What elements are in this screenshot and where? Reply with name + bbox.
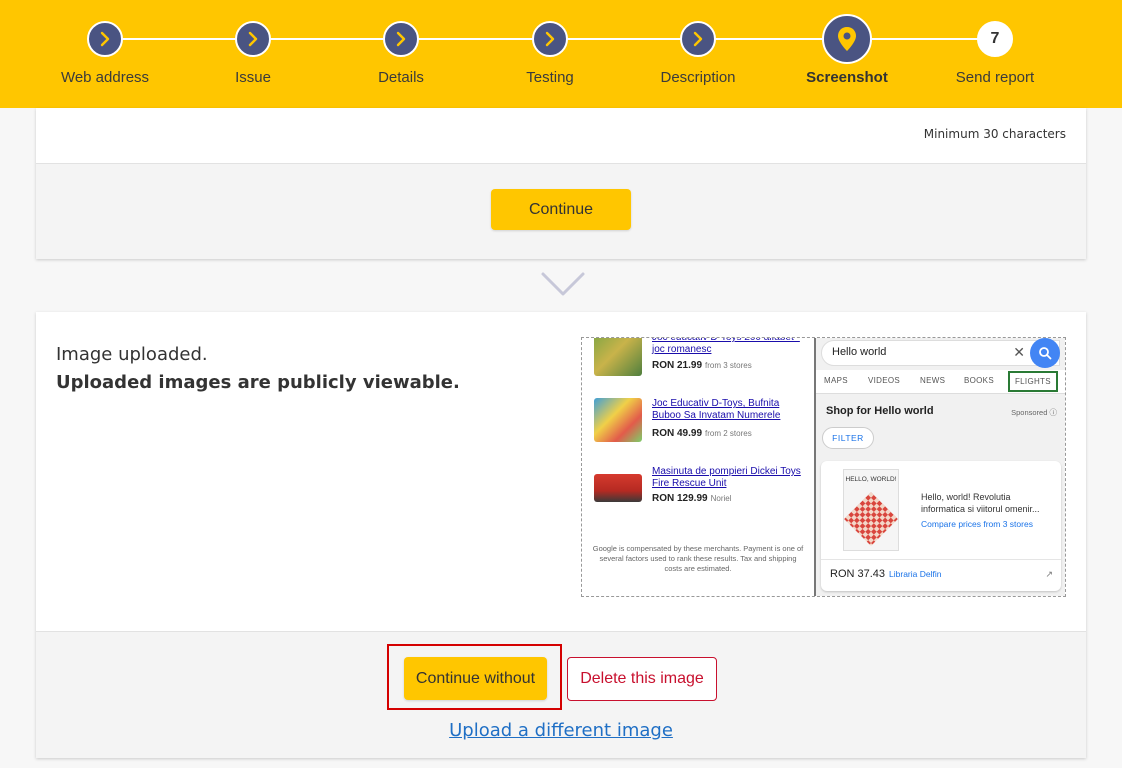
- screenshot-card-footer: Continue without Delete this image Uploa…: [36, 631, 1086, 758]
- preview-disclaimer: Google is compensated by these merchants…: [592, 544, 804, 573]
- step-details[interactable]: Details: [326, 0, 476, 108]
- search-icon: [1030, 338, 1060, 368]
- preview-tab: MAPS: [824, 376, 848, 385]
- step-web-address[interactable]: Web address: [30, 0, 180, 108]
- chevron-down-icon: [541, 272, 585, 296]
- step-label: Testing: [526, 69, 574, 86]
- product-thumbnail: [594, 474, 642, 502]
- book-cover-pattern: [844, 492, 898, 546]
- upload-link-text[interactable]: Upload a different image: [449, 720, 673, 741]
- step-label: Issue: [235, 69, 271, 86]
- step-label: Description: [660, 69, 736, 86]
- preview-book-cover: HELLO, WORLD!: [843, 469, 899, 551]
- close-icon: ✕: [1013, 344, 1025, 360]
- preview-product-list: Joc educativ D-Toys 200 alfabet - joc ro…: [582, 338, 814, 596]
- continue-button[interactable]: Continue: [491, 189, 631, 230]
- delete-image-button[interactable]: Delete this image: [567, 657, 717, 701]
- external-link-icon: ↗: [1045, 569, 1053, 579]
- chevron-right-icon: [532, 21, 568, 57]
- description-card-footer: Continue: [36, 163, 1086, 259]
- public-notice: Uploaded images are publicly viewable.: [56, 372, 460, 393]
- location-pin-icon: [822, 14, 872, 64]
- description-card: Minimum 30 characters Continue: [36, 108, 1086, 259]
- continue-without-button[interactable]: Continue without: [404, 657, 547, 700]
- preview-card-price: RON 37.43 Libraria Delfin: [830, 568, 942, 580]
- product-price: RON 49.99 from 2 stores: [652, 428, 752, 439]
- preview-sponsored: Sponsored ⓘ: [1011, 408, 1057, 417]
- product-title: Masinuta de pompieri Dickei Toys Fire Re…: [652, 466, 801, 489]
- preview-tab: BOOKS: [964, 376, 994, 385]
- upload-status: Image uploaded. Uploaded images are publ…: [56, 341, 460, 397]
- step-issue[interactable]: Issue: [178, 0, 328, 108]
- preview-product: Masinuta de pompieri Dickei Toys Fire Re…: [594, 466, 809, 518]
- upload-different-image-link: Upload a different image: [36, 720, 1086, 741]
- product-price: RON 21.99 from 3 stores: [652, 360, 752, 371]
- preview-tab: VIDEOS: [868, 376, 901, 385]
- book-cover-title: HELLO, WORLD!: [845, 476, 897, 483]
- preview-shop-heading: Shop for Hello world: [826, 405, 934, 417]
- preview-search-query: Hello world: [832, 346, 887, 358]
- product-thumbnail: [594, 338, 642, 376]
- step-screenshot: Screenshot: [772, 0, 922, 108]
- character-hint: Minimum 30 characters: [923, 127, 1066, 141]
- step-testing[interactable]: Testing: [475, 0, 625, 108]
- preview-tab: FLIGHTS: [1008, 371, 1058, 392]
- preview-filter-chip: FILTER: [822, 427, 874, 449]
- chevron-right-icon: [87, 21, 123, 57]
- step-label: Screenshot: [806, 69, 888, 86]
- preview-card-separator: [821, 559, 1061, 560]
- preview-card-description: Hello, world! Revolutia informatica si v…: [921, 492, 1040, 514]
- product-title: Joc Educativ D-Toys, Bufnita Buboo Sa In…: [652, 398, 781, 421]
- product-price: RON 129.99 Noriel: [652, 493, 732, 504]
- preview-compare-link: Compare prices from 3 stores: [921, 519, 1033, 529]
- screenshot-card: Image uploaded. Uploaded images are publ…: [36, 312, 1086, 758]
- step-description[interactable]: Description: [623, 0, 773, 108]
- upload-status-line: Image uploaded.: [56, 344, 208, 365]
- preview-search-bar: Hello world ✕: [821, 338, 1060, 368]
- chevron-right-icon: [235, 21, 271, 57]
- step-label: Send report: [955, 69, 1035, 86]
- preview-search-panel: Hello world ✕ MAPS VIDEOS NEWS BOOKS FLI…: [816, 338, 1065, 596]
- preview-shopping-card: HELLO, WORLD! Hello, world! Revolutia in…: [821, 461, 1061, 591]
- step-send-report: 7 Send report: [920, 0, 1070, 108]
- step-label: Details: [378, 69, 424, 86]
- step-label: Web address: [60, 69, 150, 86]
- preview-product: Joc Educativ D-Toys, Bufnita Buboo Sa In…: [594, 398, 809, 450]
- preview-product: Joc educativ D-Toys 200 alfabet - joc ro…: [594, 337, 809, 384]
- preview-tabs: MAPS VIDEOS NEWS BOOKS FLIGHTS: [816, 370, 1065, 394]
- step-number: 7: [977, 21, 1013, 57]
- product-title: Joc educativ D-Toys 200 alfabet - joc ro…: [652, 337, 800, 355]
- progress-stepper: Web address Issue Details Testing Descri…: [0, 0, 1122, 108]
- preview-tab: NEWS: [920, 376, 946, 385]
- screenshot-preview: Joc educativ D-Toys 200 alfabet - joc ro…: [581, 337, 1066, 597]
- product-thumbnail: [594, 398, 642, 442]
- chevron-right-icon: [680, 21, 716, 57]
- chevron-right-icon: [383, 21, 419, 57]
